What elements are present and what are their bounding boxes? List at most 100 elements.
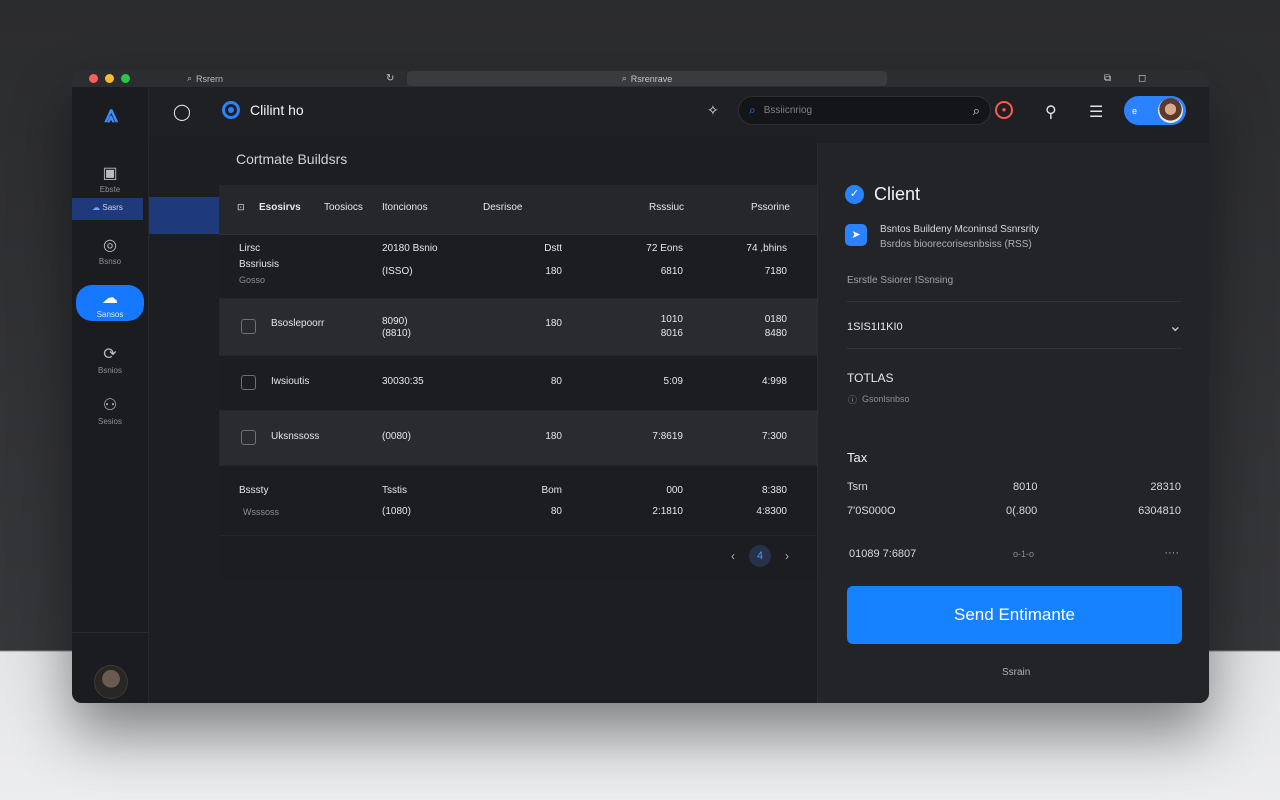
url-bar[interactable]: ⌕ Rsrenrave (407, 71, 887, 86)
totals-sub: Gsonlsnbso (862, 394, 910, 404)
sidebar-item-documents[interactable]: ▣ Ebste (76, 163, 144, 194)
row-code-sub: (1080) (382, 506, 411, 517)
search-input[interactable]: Bssiicnriog (764, 105, 812, 116)
row-name-sub: Wsssoss (243, 507, 279, 517)
row-checkbox[interactable] (241, 319, 256, 334)
sidebar-item-active[interactable]: ☁ Sansos (76, 285, 144, 321)
column-header[interactable]: Desrisoe (483, 202, 522, 213)
row-qty: 80 (550, 376, 562, 387)
share-icon[interactable]: ⧉ (1104, 73, 1111, 84)
dropdown-value: 1SIS1I1KI0 (847, 321, 903, 333)
page-title: Cortmate Buildsrs (236, 151, 348, 167)
row-checkbox[interactable] (241, 430, 256, 445)
estimate-table: ⊡ Esosirvs Toosiocs Itoncionos Desrisoe … (219, 185, 817, 580)
tax-row-total: 28310 (1150, 481, 1181, 493)
cancel-link[interactable]: Ssrain (1002, 667, 1030, 678)
next-page-icon[interactable]: › (785, 549, 789, 563)
row-total-sub: 8480 (764, 328, 787, 339)
pin-icon[interactable]: ✧ (707, 102, 719, 119)
divider (846, 301, 1182, 302)
sidebar-item-group[interactable]: ⚇ Sesios (76, 395, 144, 426)
record-icon[interactable]: ● (995, 101, 1013, 119)
table-row[interactable]: Bsoslepoorr 8090) (8810) 180 1010 8016 0… (219, 299, 817, 356)
prev-page-icon[interactable]: ‹ (731, 549, 735, 563)
dropdown[interactable]: 1SIS1I1KI0 ⌄ (847, 313, 1182, 343)
tax-row-value: 0(.800 (1006, 505, 1038, 517)
client-name: Bsntos Buildeny Mconinsd Ssnrsrity (880, 224, 1039, 235)
cloud-upload-icon: ☁ (102, 290, 118, 307)
search-icon: ⌕ (187, 73, 193, 83)
user-menu[interactable]: e (1124, 96, 1186, 125)
column-header[interactable]: Toosiocs (324, 202, 363, 213)
row-total: 0180 (764, 314, 787, 325)
search-bar[interactable]: ⌕ Bssiicnriog ⌕ (738, 96, 991, 125)
row-qty-sub: 180 (545, 266, 562, 277)
tax-row-label: Tsrn (847, 481, 868, 493)
row-name: Uksnssoss (271, 431, 320, 442)
row-rate: 7:8619 (652, 431, 683, 442)
refresh-icon: ⟳ (103, 346, 117, 363)
sidebar-divider (72, 632, 149, 633)
row-code: 8090) (382, 316, 408, 327)
table-row[interactable]: Iwsioutis 30030:35 80 5:09 4:998 (219, 356, 817, 411)
send-estimate-button[interactable]: Send Entimante (847, 586, 1182, 644)
sidebar-item-selected[interactable]: ☁ Sasrs (72, 198, 143, 220)
app-logo-icon[interactable]: ⩓ (98, 101, 124, 128)
column-header[interactable]: Pssorine (751, 202, 790, 213)
maximize-window-button[interactable] (121, 74, 130, 83)
table-row[interactable]: Bsssty Wsssoss Tsstis (1080) Bom 80 000 … (219, 466, 817, 536)
breadcrumb-title: Clilint ho (250, 102, 304, 118)
column-header[interactable]: Rsssiuc (649, 202, 684, 213)
magnifier-icon[interactable]: ⌕ (973, 103, 980, 119)
row-total-sub: 4:8300 (756, 506, 787, 517)
row-code: 30030:35 (382, 376, 424, 387)
url-text: Rsrenrave (630, 73, 673, 84)
top-bar: ◯ Clilint ho ✧ ⌕ Bssiicnriog ⌕ ● ⚲ ☰ e (149, 87, 1209, 137)
table-row[interactable]: Lirsc Bssriusis Gosso 20180 Bsnio (ISSO)… (219, 235, 817, 299)
reload-icon[interactable]: ↻ (386, 73, 394, 84)
chevron-down-icon[interactable]: ⌄ (1169, 316, 1182, 336)
row-rate-sub: 2:1810 (652, 506, 683, 517)
close-window-button[interactable] (89, 74, 98, 83)
document-icon: ▣ (102, 165, 118, 182)
row-checkbox[interactable] (241, 375, 256, 390)
profile-avatar[interactable] (94, 665, 128, 699)
table-header: ⊡ Esosirvs Toosiocs Itoncionos Desrisoe … (219, 185, 817, 235)
row-rate: 72 Eons (646, 243, 683, 254)
column-header[interactable]: Itoncionos (382, 202, 428, 213)
totals-label: TOTLAS (847, 371, 894, 385)
row-rate: 000 (666, 485, 683, 496)
app-window: ⌕ Rsrern ↻ ⌕ Rsrenrave ⧉ ◻ ⩓ ▣ Ebste ☁ S… (72, 70, 1209, 703)
tabs-icon[interactable]: ◻ (1138, 73, 1146, 84)
search-icon: ⌕ (749, 103, 756, 117)
row-code: Tsstis (382, 485, 407, 496)
client-details: Bsrdos bioorecorisesnbsiss (RSS) (880, 239, 1032, 250)
chat-bubble-icon[interactable]: ◯ (173, 102, 191, 122)
row-rate: 1010 (660, 314, 683, 325)
project-ring-icon (222, 101, 240, 119)
browser-tab[interactable]: ⌕ Rsrern (187, 72, 223, 85)
row-total: 74 ,bhins (746, 243, 787, 254)
sidebar-item-label: Sasrs (102, 203, 123, 212)
sidebar-item-chat[interactable]: ◎ Bsnso (76, 235, 144, 266)
sidebar-item-label: Sesios (97, 417, 122, 426)
divider (846, 348, 1182, 349)
user-icon[interactable]: ⚲ (1045, 102, 1057, 122)
tax-label: Tax (847, 450, 868, 465)
section-label: Esrstle Ssiorer ISsnsing (847, 275, 954, 286)
list-menu-icon[interactable]: ☰ (1089, 102, 1103, 122)
column-header[interactable]: Esosirvs (259, 202, 301, 213)
row-qty-sub: 80 (550, 506, 562, 517)
current-page[interactable]: 4 (749, 545, 771, 567)
table-row[interactable]: Uksnssoss (0080) 180 7:8619 7:300 (219, 411, 817, 466)
browser-chrome: ⌕ Rsrern ↻ ⌕ Rsrenrave ⧉ ◻ (72, 70, 1209, 87)
pagination: ‹ 4 › (731, 545, 789, 567)
minimize-window-button[interactable] (105, 74, 114, 83)
sidebar-item-refresh[interactable]: ⟳ Bsnios (76, 344, 144, 375)
sort-icon[interactable]: ⊡ (237, 202, 245, 213)
row-name: Bsssty (239, 485, 269, 496)
sidebar-item-label: Ebste (99, 185, 121, 194)
row-total-sub: 7180 (764, 266, 787, 277)
more-options-icon[interactable]: ···· (1164, 547, 1179, 559)
breadcrumb[interactable]: Clilint ho (222, 101, 304, 119)
